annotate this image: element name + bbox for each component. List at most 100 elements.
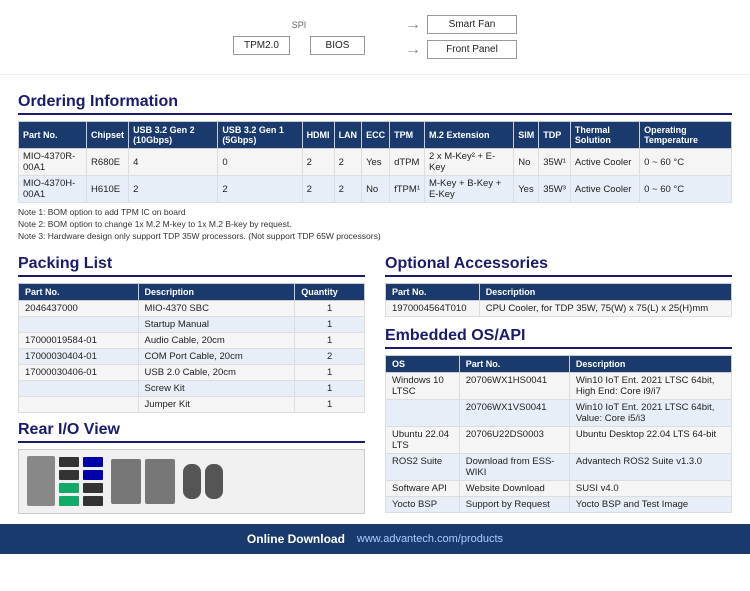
embedded-cell: [386, 399, 460, 426]
packing-cell: MIO-4370 SBC: [138, 300, 295, 316]
io-usb-1: [59, 457, 79, 467]
emb-col-part: Part No.: [459, 355, 569, 372]
ordering-cell: H610E: [87, 176, 129, 203]
ordering-col-tdp: TDP: [539, 122, 571, 149]
footer-label: Online Download: [247, 532, 345, 546]
acc-col-part: Part No.: [386, 283, 480, 300]
ordering-note: Note 1: BOM option to add TPM IC on boar…: [18, 207, 732, 219]
ordering-cell: 2: [129, 176, 218, 203]
embedded-row: Windows 10 LTSC20706WX1HS0041Win10 IoT E…: [386, 372, 732, 399]
ordering-cell: No: [362, 176, 390, 203]
embedded-section-title: Embedded OS/API: [385, 327, 732, 349]
col-right: Optional Accessories Part No. Descriptio…: [385, 247, 732, 514]
ordering-col-chipset: Chipset: [87, 122, 129, 149]
packing-cell: 1: [295, 332, 365, 348]
ordering-cell: R680E: [87, 149, 129, 176]
main-content: Ordering Information Part No. Chipset US…: [0, 75, 750, 514]
io-usb-8: [83, 496, 103, 506]
packing-row: Screw Kit1: [19, 380, 365, 396]
embedded-cell: ROS2 Suite: [386, 453, 460, 480]
packing-col-desc: Description: [138, 283, 295, 300]
embedded-cell: 20706U22DS0003: [459, 426, 569, 453]
ordering-cell: 0: [218, 149, 302, 176]
packing-col-part: Part No.: [19, 283, 139, 300]
io-usb-4: [59, 496, 79, 506]
ordering-cell: dTPM: [390, 149, 425, 176]
embedded-row: 20706WX1VS0041Win10 IoT Ent. 2021 LTSC 6…: [386, 399, 732, 426]
io-audio-2: [205, 464, 223, 499]
ordering-cell: 0 ~ 60 °C: [640, 176, 732, 203]
io-usb-3: [59, 483, 79, 493]
io-audio: [183, 464, 201, 499]
right-arrow-1: →: [405, 16, 421, 34]
bios-box: BIOS: [310, 36, 365, 55]
io-usb-group2: [83, 457, 103, 506]
embedded-row: Software APIWebsite DownloadSUSI v4.0: [386, 480, 732, 496]
ordering-col-usb32g2: USB 3.2 Gen 2 (10Gbps): [129, 122, 218, 149]
ordering-cell: 35W³: [539, 176, 571, 203]
ordering-cell: MIO-4370H-00A1: [19, 176, 87, 203]
rear-io-title: Rear I/O View: [18, 421, 365, 443]
rear-io-image: [18, 449, 365, 514]
packing-cell: USB 2.0 Cable, 20cm: [138, 364, 295, 380]
embedded-cell: 20706WX1VS0041: [459, 399, 569, 426]
embedded-cell: Software API: [386, 480, 460, 496]
packing-table: Part No. Description Quantity 2046437000…: [18, 283, 365, 413]
packing-cell: 1: [295, 300, 365, 316]
embedded-row: Yocto BSPSupport by RequestYocto BSP and…: [386, 496, 732, 512]
embedded-cell: Download from ESS-WIKI: [459, 453, 569, 480]
io-port-vga: [27, 456, 55, 506]
ordering-col-hdmi: HDMI: [302, 122, 334, 149]
packing-cell: Screw Kit: [138, 380, 295, 396]
embedded-cell: Yocto BSP and Test Image: [569, 496, 731, 512]
diagram-boxes: TPM2.0 BIOS: [233, 36, 365, 55]
packing-row: Startup Manual1: [19, 316, 365, 332]
emb-col-desc: Description: [569, 355, 731, 372]
embedded-row: Ubuntu 22.04 LTS20706U22DS0003Ubuntu Des…: [386, 426, 732, 453]
packing-row: Jumper Kit1: [19, 396, 365, 412]
embedded-cell: Ubuntu Desktop 22.04 LTS 64-bit: [569, 426, 731, 453]
diagram-right: → Smart Fan → Front Panel: [405, 15, 517, 59]
io-lan-1: [111, 459, 141, 504]
col-left: Packing List Part No. Description Quanti…: [18, 247, 365, 514]
ordering-col-usb32g1: USB 3.2 Gen 1 (5Gbps): [218, 122, 302, 149]
ordering-col-ecc: ECC: [362, 122, 390, 149]
packing-cell: COM Port Cable, 20cm: [138, 348, 295, 364]
right-arrow-2: →: [405, 41, 421, 59]
io-usb-6: [83, 470, 103, 480]
packing-row: 17000030404-01COM Port Cable, 20cm2: [19, 348, 365, 364]
ordering-cell: M-Key + B-Key + E-Key: [424, 176, 513, 203]
embedded-row: ROS2 SuiteDownload from ESS-WIKIAdvantec…: [386, 453, 732, 480]
embedded-cell: Yocto BSP: [386, 496, 460, 512]
two-col-section: Packing List Part No. Description Quanti…: [18, 247, 732, 514]
embedded-cell: Win10 IoT Ent. 2021 LTSC 64bit, High End…: [569, 372, 731, 399]
acc-col-desc: Description: [479, 283, 731, 300]
packing-row: 17000019584-01Audio Cable, 20cm1: [19, 332, 365, 348]
packing-cell: 17000019584-01: [19, 332, 139, 348]
diagram-left: SPI TPM2.0 BIOS: [233, 20, 365, 55]
packing-row: 2046437000MIO-4370 SBC1: [19, 300, 365, 316]
ordering-cell: 2: [334, 149, 362, 176]
packing-cell: 1: [295, 396, 365, 412]
ordering-note: Note 2: BOM option to change 1x M.2 M-ke…: [18, 219, 732, 231]
packing-cell: 17000030404-01: [19, 348, 139, 364]
emb-col-os: OS: [386, 355, 460, 372]
embedded-cell: Website Download: [459, 480, 569, 496]
packing-cell: 17000030406-01: [19, 364, 139, 380]
packing-col-qty: Quantity: [295, 283, 365, 300]
ordering-cell: 2 x M-Key² + E-Key: [424, 149, 513, 176]
packing-cell: [19, 396, 139, 412]
ordering-col-sim: SIM: [514, 122, 539, 149]
spi-label: SPI: [292, 20, 307, 30]
ordering-note: Note 3: Hardware design only support TDP…: [18, 231, 732, 243]
ordering-row: MIO-4370R-00A1R680E4022YesdTPM2 x M-Key²…: [19, 149, 732, 176]
footer: Online Download www.advantech.com/produc…: [0, 524, 750, 554]
accessories-section-title: Optional Accessories: [385, 255, 732, 277]
embedded-cell: Windows 10 LTSC: [386, 372, 460, 399]
packing-cell: Audio Cable, 20cm: [138, 332, 295, 348]
ordering-col-thermal: Thermal Solution: [570, 122, 639, 149]
embedded-cell: Advantech ROS2 Suite v1.3.0: [569, 453, 731, 480]
footer-url: www.advantech.com/products: [357, 533, 503, 545]
ordering-cell: 4: [129, 149, 218, 176]
packing-cell: 1: [295, 364, 365, 380]
